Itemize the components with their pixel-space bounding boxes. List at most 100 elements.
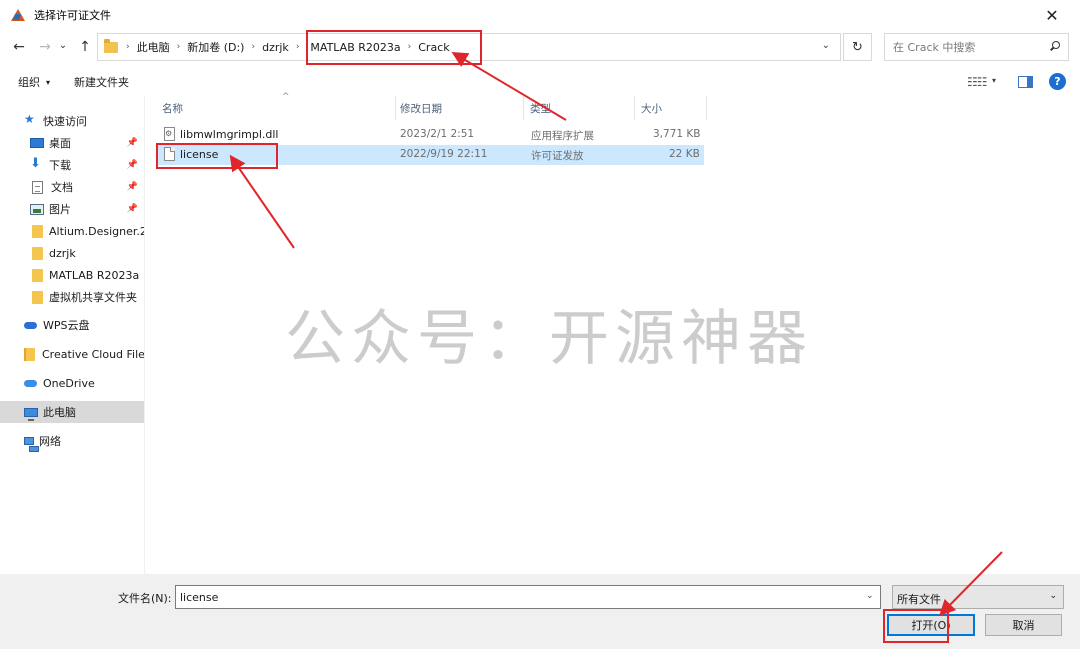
sidebar-item-creative-cloud[interactable]: Creative Cloud Files	[0, 343, 144, 365]
file-row[interactable]: libmwlmgrimpl.dll 2023/2/1 2:51 应用程序扩展 3…	[156, 125, 704, 145]
sidebar-item-quick-access[interactable]: 快速访问	[0, 110, 144, 132]
breadcrumb-separator: ›	[126, 42, 130, 52]
sidebar-item-label: 图片	[49, 203, 71, 216]
chevron-down-icon[interactable]: ▾	[992, 76, 996, 85]
folder-icon	[32, 268, 43, 282]
pictures-icon	[30, 203, 44, 215]
file-date: 2023/2/1 2:51	[400, 128, 475, 140]
sidebar-item-label: Creative Cloud Files	[42, 347, 144, 361]
view-options-icon[interactable]: ☷☷	[967, 75, 987, 89]
sidebar-item-label: 网络	[39, 435, 61, 448]
onedrive-icon	[24, 377, 38, 389]
annotation-highlight-breadcrumb	[306, 30, 482, 65]
breadcrumb-this-pc[interactable]: 此电脑	[132, 39, 175, 55]
column-header-label: 名称	[162, 102, 183, 115]
sidebar-item-label: dzrjk	[49, 246, 76, 260]
file-size: 22 KB	[669, 148, 700, 160]
organize-label: 组织	[18, 76, 40, 89]
folder-icon	[104, 38, 118, 53]
breadcrumb-separator: ›	[295, 42, 300, 52]
sidebar-item-label: 文档	[51, 181, 73, 194]
sidebar-item-desktop[interactable]: 桌面 📌	[0, 132, 144, 154]
annotation-highlight-license	[156, 143, 278, 169]
file-date: 2022/9/19 22:11	[400, 148, 488, 160]
sidebar-item-label: OneDrive	[43, 376, 95, 390]
sidebar-item-label: 虚拟机共享文件夹	[49, 291, 137, 304]
matlab-icon	[10, 7, 26, 23]
sidebar-item-onedrive[interactable]: OneDrive	[0, 372, 144, 394]
title-bar: 选择许可证文件 ✕	[0, 0, 1080, 30]
sidebar-item-label: WPS云盘	[43, 319, 90, 332]
dll-file-icon	[164, 127, 175, 141]
cancel-button[interactable]: 取消	[985, 614, 1062, 636]
up-arrow-icon[interactable]: ↑	[74, 35, 96, 59]
folder-icon	[32, 246, 43, 260]
command-toolbar: 组织 ▾ 新建文件夹 ☷☷ ▾ ?	[0, 68, 1080, 96]
sidebar-item-label: 桌面	[49, 137, 71, 150]
sidebar-item-matlab[interactable]: MATLAB R2023a	[0, 264, 144, 286]
file-type: 应用程序扩展	[531, 130, 594, 142]
sidebar-item-this-pc[interactable]: 此电脑	[0, 401, 144, 423]
filename-dropdown-chevron-icon[interactable]: ⌄	[866, 591, 874, 601]
new-folder-button[interactable]: 新建文件夹	[66, 74, 137, 90]
navigation-pane: 快速访问 桌面 📌 下载 📌 文档 📌 图片 📌 Altium.Designer…	[0, 96, 145, 574]
organize-menu-button[interactable]: 组织 ▾	[10, 74, 58, 90]
star-icon	[24, 112, 38, 127]
sidebar-item-pictures[interactable]: 图片 📌	[0, 198, 144, 220]
filename-label: 文件名(N):	[118, 592, 172, 605]
network-icon	[24, 437, 39, 452]
sidebar-item-label: Altium.Designer.23	[49, 224, 144, 238]
preview-pane-icon[interactable]	[1018, 76, 1033, 88]
creative-cloud-icon	[24, 347, 35, 361]
back-arrow-icon[interactable]: ←	[8, 35, 30, 59]
forward-arrow-icon[interactable]: →	[34, 35, 56, 59]
filename-input[interactable]	[175, 585, 881, 609]
pin-icon: 📌	[126, 182, 138, 192]
pc-icon	[24, 407, 38, 421]
chevron-down-icon: ▾	[46, 77, 51, 87]
download-icon	[30, 156, 44, 171]
breadcrumb-separator: ›	[251, 42, 256, 52]
sidebar-item-vm-share[interactable]: 虚拟机共享文件夹	[0, 286, 144, 308]
pin-icon: 📌	[126, 138, 138, 148]
folder-icon	[32, 224, 43, 238]
file-type-select[interactable]: 所有文件 ⌄	[892, 585, 1064, 609]
document-icon	[32, 180, 43, 194]
breadcrumb-separator: ›	[176, 42, 181, 52]
sidebar-item-network[interactable]: 网络	[0, 430, 144, 452]
sort-ascending-icon: ^	[282, 92, 290, 102]
window-title: 选择许可证文件	[34, 9, 111, 22]
sidebar-item-altium[interactable]: Altium.Designer.23	[0, 220, 144, 242]
search-input[interactable]: 在 Crack 中搜索	[884, 33, 1069, 61]
column-header-size[interactable]: 大小	[635, 96, 707, 120]
breadcrumb-dzrjk[interactable]: dzrjk	[257, 41, 294, 54]
column-header-name[interactable]: 名称 ^	[156, 92, 396, 120]
sidebar-item-dzrjk[interactable]: dzrjk	[0, 242, 144, 264]
annotation-highlight-open-button	[883, 609, 949, 643]
close-icon[interactable]: ✕	[1032, 2, 1072, 28]
breadcrumb-drive-d[interactable]: 新加卷 (D:)	[182, 39, 249, 55]
help-icon[interactable]: ?	[1049, 73, 1066, 90]
sidebar-item-downloads[interactable]: 下载 📌	[0, 154, 144, 176]
pin-icon: 📌	[126, 160, 138, 170]
sidebar-item-label: 此电脑	[43, 406, 76, 419]
desktop-icon	[30, 138, 44, 148]
sidebar-item-label: 快速访问	[43, 115, 87, 128]
file-type: 许可证发放	[531, 150, 584, 162]
pin-icon: 📌	[126, 204, 138, 214]
search-icon[interactable]	[1049, 41, 1060, 52]
file-name: libmwlmgrimpl.dll	[180, 128, 279, 141]
recent-locations-chevron-icon[interactable]: ⌄	[56, 33, 70, 57]
sidebar-item-wps-cloud[interactable]: WPS云盘	[0, 314, 144, 336]
file-type-value: 所有文件	[897, 593, 941, 606]
address-dropdown-chevron-icon[interactable]: ⌄	[822, 40, 830, 51]
column-header-date[interactable]: 修改日期	[394, 96, 524, 120]
sidebar-item-documents[interactable]: 文档 📌	[0, 176, 144, 198]
sidebar-item-label: 下载	[49, 159, 71, 172]
chevron-down-icon: ⌄	[1049, 591, 1057, 601]
refresh-button[interactable]: ↻	[843, 33, 872, 61]
address-row: ← → ⌄ ↑ › 此电脑 › 新加卷 (D:) › dzrjk › MATLA…	[0, 30, 1080, 64]
watermark-text: 公众号：开源神器	[285, 304, 813, 374]
search-placeholder: 在 Crack 中搜索	[893, 41, 976, 54]
column-header-type[interactable]: 类型	[524, 96, 635, 120]
